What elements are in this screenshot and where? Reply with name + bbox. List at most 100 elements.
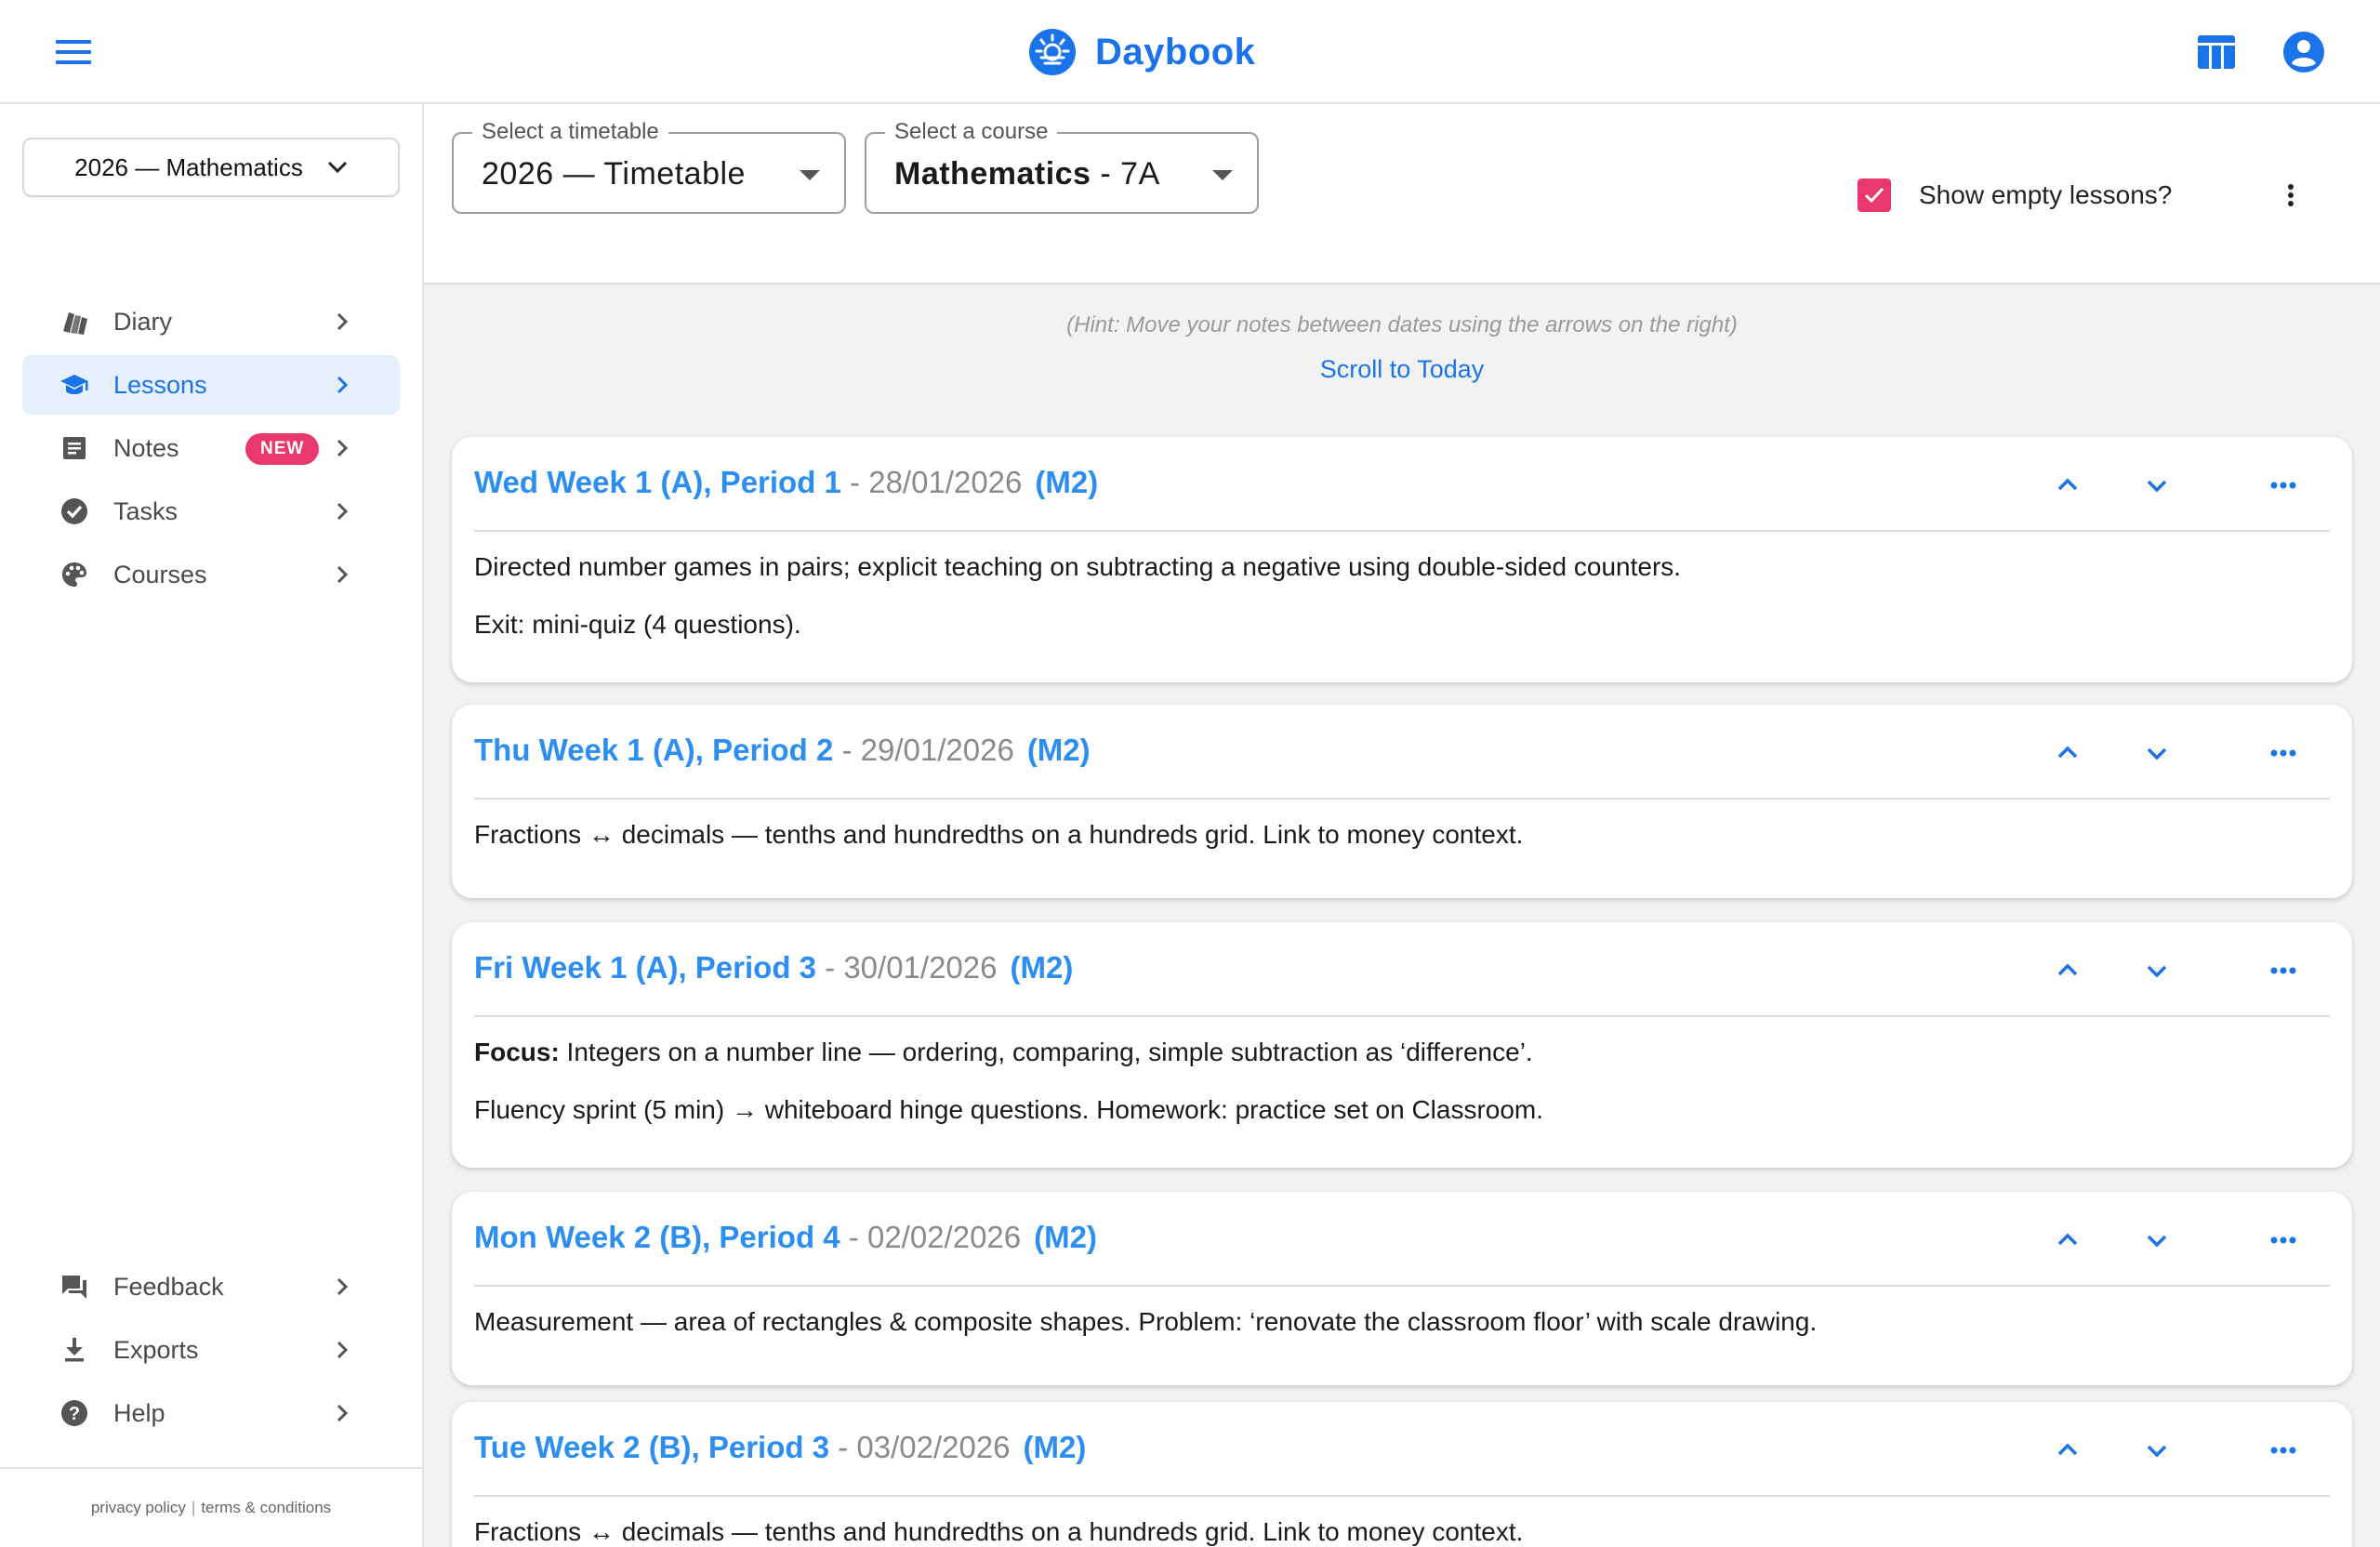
sun-logo-icon: [1028, 28, 1077, 76]
note-line: Measurement — area of rectangles & compo…: [474, 1307, 1818, 1336]
chevron-down-icon: [327, 161, 347, 174]
lesson-notes[interactable]: Fractions ↔ decimals — tenths and hundre…: [474, 818, 2330, 876]
move-up-icon[interactable]: [2051, 736, 2084, 770]
divider: [474, 530, 2330, 532]
sidebar-item-label: Tasks: [113, 496, 178, 525]
privacy-policy-link[interactable]: privacy policy: [91, 1499, 186, 1517]
footer-separator: |: [191, 1499, 196, 1516]
move-up-icon[interactable]: [2051, 1223, 2084, 1257]
lesson-title[interactable]: Thu Week 1 (A), Period 2 - 29/01/2026 (M2…: [474, 733, 1091, 768]
more-horiz-icon[interactable]: [2267, 1434, 2300, 1467]
course-select[interactable]: Select a course Mathematics - 7A: [865, 119, 1259, 214]
sidebar-item-notes[interactable]: Notes NEW: [22, 418, 400, 478]
move-notes-hint: (Hint: Move your notes between dates usi…: [1066, 312, 1738, 337]
divider: [474, 798, 2330, 800]
lesson-card-header: Mon Week 2 (B), Period 4 - 02/02/2026 (M2…: [452, 1192, 2352, 1285]
show-empty-label: Show empty lessons?: [1919, 180, 2173, 209]
note-line: Fluency sprint (5 min) → whiteboard hing…: [474, 1095, 1544, 1124]
sidebar-item-lessons[interactable]: Lessons: [22, 355, 400, 415]
move-down-icon[interactable]: [2140, 1223, 2174, 1257]
lesson-notes[interactable]: Directed number games in pairs; explicit…: [474, 550, 2330, 666]
sidebar-item-diary[interactable]: Diary: [22, 292, 400, 351]
app-name: Daybook: [1095, 31, 1256, 73]
lesson-card-header: Fri Week 1 (A), Period 3 - 30/01/2026 (M2…: [452, 922, 2352, 1015]
show-empty-lessons-toggle[interactable]: Show empty lessons?: [1858, 175, 2172, 216]
more-vert-icon[interactable]: [2274, 178, 2307, 212]
move-up-icon[interactable]: [2051, 954, 2084, 987]
more-horiz-icon[interactable]: [2267, 954, 2300, 987]
lesson-notes[interactable]: Fractions ↔ decimals — tenths and hundre…: [474, 1515, 2330, 1547]
lesson-period: Wed Week 1 (A), Period 1: [474, 465, 841, 499]
sidebar-item-label: Diary: [113, 307, 173, 336]
terms-conditions-link[interactable]: terms & conditions: [201, 1499, 331, 1517]
lesson-title[interactable]: Tue Week 2 (B), Period 3 - 03/02/2026 (M2…: [474, 1430, 1086, 1465]
course-class: - 7A: [1091, 156, 1160, 192]
year-course-select[interactable]: 2026 — Mathematics: [22, 138, 400, 197]
more-horiz-icon[interactable]: [2267, 1223, 2300, 1257]
lesson-title[interactable]: Wed Week 1 (A), Period 1 - 28/01/2026 (M2…: [474, 465, 1098, 500]
title-separator: -: [840, 1220, 867, 1254]
more-horiz-icon[interactable]: [2267, 469, 2300, 502]
account-circle-icon[interactable]: [2280, 28, 2328, 76]
lesson-notes[interactable]: Focus: Integers on a number line — order…: [474, 1036, 2330, 1151]
course-select-label: Select a course: [885, 119, 1058, 145]
sidebar-item-courses[interactable]: Courses: [22, 545, 400, 604]
lesson-title[interactable]: Mon Week 2 (B), Period 4 - 02/02/2026 (M2…: [474, 1220, 1097, 1255]
new-badge: NEW: [245, 433, 320, 465]
sidebar-item-exports[interactable]: Exports: [22, 1320, 400, 1380]
check-circle-icon: [60, 496, 89, 526]
note-line: Exit: mini-quiz (4 questions).: [474, 610, 801, 639]
move-down-icon[interactable]: [2140, 736, 2174, 770]
secondary-nav: Feedback Exports ? Help: [22, 1257, 400, 1447]
focus-text: Integers on a number line — ordering, co…: [559, 1038, 1533, 1066]
sidebar-item-help[interactable]: ? Help: [22, 1383, 400, 1443]
brand[interactable]: Daybook: [1028, 26, 1255, 78]
sidebar-item-label: Courses: [113, 560, 207, 588]
lessons-list[interactable]: (Hint: Move your notes between dates usi…: [424, 284, 2380, 1547]
lesson-card-header: Thu Week 1 (A), Period 2 - 29/01/2026 (M2…: [452, 705, 2352, 798]
lesson-title[interactable]: Fri Week 1 (A), Period 3 - 30/01/2026 (M2…: [474, 950, 1073, 985]
lesson-date: 29/01/2026: [860, 733, 1014, 767]
move-up-icon[interactable]: [2051, 469, 2084, 502]
sidebar-item-tasks[interactable]: Tasks: [22, 482, 400, 541]
lesson-card-header: Tue Week 2 (B), Period 3 - 03/02/2026 (M2…: [452, 1402, 2352, 1495]
top-app-bar: Daybook: [0, 0, 2380, 104]
chevron-right-icon: [329, 1274, 355, 1300]
lesson-date: 30/01/2026: [843, 950, 998, 985]
lesson-period: Tue Week 2 (B), Period 3: [474, 1430, 830, 1464]
checkmark-icon: [1864, 187, 1884, 204]
move-down-icon[interactable]: [2140, 954, 2174, 987]
divider: [474, 1015, 2330, 1017]
primary-nav: Diary Lessons Notes NEW Tasks Courses: [22, 292, 400, 608]
sidebar-item-label: Help: [113, 1398, 165, 1427]
sidebar: 2026 — Mathematics Diary Lessons Notes N…: [0, 104, 424, 1547]
scroll-to-today-link[interactable]: Scroll to Today: [1320, 355, 1485, 383]
note-line: Fractions ↔ decimals — tenths and hundre…: [474, 1517, 1524, 1546]
sidebar-item-feedback[interactable]: Feedback: [22, 1257, 400, 1316]
svg-text:?: ?: [69, 1404, 80, 1424]
dropdown-caret-icon: [800, 170, 820, 180]
sidebar-item-label: Lessons: [113, 370, 207, 399]
lesson-room-code: (M2): [1035, 465, 1099, 499]
move-up-icon[interactable]: [2051, 1434, 2084, 1467]
show-empty-checkbox[interactable]: [1858, 178, 1891, 212]
focus-label: Focus:: [474, 1038, 560, 1066]
lesson-room-code: (M2): [1023, 1430, 1087, 1464]
download-icon: [60, 1335, 89, 1365]
chevron-right-icon: [329, 309, 355, 335]
sidebar-footer: privacy policy | terms & conditions: [0, 1467, 422, 1547]
lesson-card-header: Wed Week 1 (A), Period 1 - 28/01/2026 (M2…: [452, 437, 2352, 530]
timetable-select[interactable]: Select a timetable 2026 — Timetable: [452, 119, 846, 214]
lesson-notes[interactable]: Measurement — area of rectangles & compo…: [474, 1305, 2330, 1363]
diary-icon: [60, 307, 89, 337]
more-horiz-icon[interactable]: [2267, 736, 2300, 770]
hamburger-menu-icon[interactable]: [52, 33, 97, 71]
year-select-label: 2026 — Mathematics: [74, 152, 303, 181]
move-down-icon[interactable]: [2140, 1434, 2174, 1467]
move-down-icon[interactable]: [2140, 469, 2174, 502]
course-name: Mathematics: [894, 156, 1091, 192]
title-separator: -: [829, 1430, 857, 1464]
chevron-right-icon: [329, 562, 355, 588]
lesson-date: 03/02/2026: [856, 1430, 1011, 1464]
view-columns-icon[interactable]: [2192, 28, 2241, 76]
